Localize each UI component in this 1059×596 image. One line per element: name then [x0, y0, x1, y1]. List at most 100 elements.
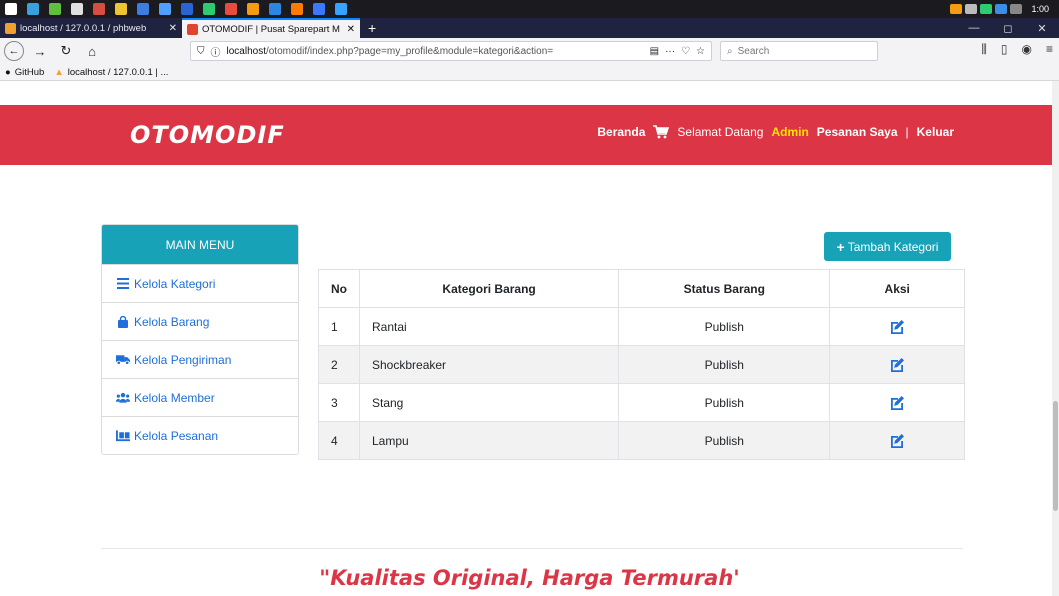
- taskbar-app-icon[interactable]: [44, 0, 66, 18]
- tray-network-icon[interactable]: [995, 4, 1008, 14]
- forward-button[interactable]: →: [30, 41, 50, 61]
- url-path: /otomodif/index.php?page=my_profile&modu…: [265, 45, 554, 57]
- table-row: 4 Lampu Publish: [318, 421, 965, 460]
- nav-keluar-link[interactable]: Keluar: [917, 125, 954, 139]
- tab-close-icon[interactable]: ✕: [347, 24, 355, 35]
- new-tab-button[interactable]: +: [360, 18, 384, 38]
- site-info-icon[interactable]: ⓘ: [211, 44, 221, 59]
- nav-beranda-link[interactable]: Beranda: [597, 125, 645, 139]
- cell-status: Publish: [618, 307, 831, 346]
- nav-pesanan-saya-link[interactable]: Pesanan Saya: [817, 125, 898, 139]
- welcome-text: Selamat Datang: [677, 125, 764, 139]
- shopping-bag-icon: [116, 315, 130, 328]
- os-taskbar: 1:00: [0, 0, 1059, 18]
- taskbar-app-icon[interactable]: [110, 0, 132, 18]
- username[interactable]: Admin: [771, 125, 808, 139]
- table-row: 2 Shockbreaker Publish: [318, 345, 965, 384]
- taskbar-app-icon[interactable]: [176, 0, 198, 18]
- users-icon: [116, 392, 130, 404]
- edit-icon[interactable]: [889, 433, 905, 449]
- back-button[interactable]: ←: [4, 41, 24, 61]
- taskbar-app-icon[interactable]: [330, 0, 352, 18]
- tray-app-icon[interactable]: [965, 4, 978, 14]
- edit-icon[interactable]: [889, 357, 905, 373]
- tambah-kategori-button[interactable]: + Tambah Kategori: [824, 232, 951, 261]
- phpmyadmin-favicon-icon: [5, 22, 16, 34]
- edit-icon[interactable]: [889, 319, 905, 335]
- button-label: Tambah Kategori: [847, 239, 939, 254]
- minimize-button[interactable]: —: [957, 18, 991, 38]
- cell-status: Publish: [618, 421, 831, 460]
- tray-app-icon[interactable]: [980, 4, 993, 14]
- bookmark-star-icon[interactable]: ☆: [696, 46, 705, 57]
- kategori-table: No Kategori Barang Status Barang Aksi 1R…: [318, 269, 965, 460]
- url-text[interactable]: localhost/otomodif/index.php?page=my_pro…: [227, 46, 644, 57]
- close-window-button[interactable]: ✕: [1025, 18, 1059, 38]
- reload-button[interactable]: ↻: [56, 41, 76, 61]
- sidebar-item-kelola-kategori[interactable]: Kelola Kategori: [102, 264, 298, 302]
- sidebar-item-label: Kelola Kategori: [134, 276, 216, 291]
- library-icon[interactable]: ⫼: [981, 42, 987, 57]
- search-bar[interactable]: ⌕ Search: [720, 41, 878, 61]
- site-header: OTOMODIF Beranda Selamat Datang Admin Pe…: [0, 105, 1056, 165]
- taskbar-app-icon[interactable]: [308, 0, 330, 18]
- cell-aksi: [829, 421, 965, 460]
- taskbar-app-icon[interactable]: [132, 0, 154, 18]
- sidebar-item-label: Kelola Barang: [134, 314, 210, 329]
- edit-icon[interactable]: [889, 395, 905, 411]
- taskbar-app-icon[interactable]: [88, 0, 110, 18]
- url-bar[interactable]: ⛉ ⓘ localhost/otomodif/index.php?page=my…: [190, 41, 712, 61]
- col-aksi: Aksi: [829, 269, 965, 308]
- taskbar-app-icon[interactable]: [220, 0, 242, 18]
- account-icon[interactable]: ◉: [1022, 42, 1032, 57]
- cell-kategori: Shockbreaker: [358, 345, 620, 384]
- bookmark-github[interactable]: ● GitHub: [5, 67, 44, 78]
- tray-app-icon[interactable]: [950, 4, 963, 14]
- sidebar-item-kelola-barang[interactable]: Kelola Barang: [102, 302, 298, 340]
- cart-icon[interactable]: [653, 125, 670, 139]
- pocket-icon[interactable]: ♡: [681, 46, 690, 57]
- scrollbar-thumb[interactable]: [1053, 401, 1058, 511]
- sidebar-item-kelola-member[interactable]: Kelola Member: [102, 378, 298, 416]
- footer-divider: [101, 548, 963, 549]
- system-tray: 1:00: [950, 0, 1059, 18]
- taskbar-clock[interactable]: 1:00: [1025, 4, 1055, 14]
- taskbar-app-icon[interactable]: [154, 0, 176, 18]
- cell-aksi: [829, 307, 965, 346]
- sidebar-item-kelola-pesanan[interactable]: Kelola Pesanan: [102, 416, 298, 454]
- bookmark-label: localhost / 127.0.0.1 | ...: [67, 66, 169, 78]
- taskbar-app-icon[interactable]: [66, 0, 88, 18]
- reader-view-icon[interactable]: ▤: [650, 46, 659, 57]
- taskbar-app-icon[interactable]: [198, 0, 220, 18]
- otomodif-favicon-icon: [187, 23, 198, 35]
- tab-otomodif[interactable]: OTOMODIF | Pusat Sparepart M ✕: [182, 18, 360, 38]
- tray-volume-icon[interactable]: [1010, 4, 1023, 14]
- home-button[interactable]: ⌂: [82, 41, 102, 61]
- nav-separator: |: [905, 125, 909, 139]
- taskbar-app-icon[interactable]: [264, 0, 286, 18]
- github-icon: ●: [5, 66, 11, 78]
- taskbar-app-icon[interactable]: [22, 0, 44, 18]
- taskbar-app-icon[interactable]: [242, 0, 264, 18]
- cell-kategori: Stang: [358, 383, 620, 422]
- sidebar-item-kelola-pengiriman[interactable]: Kelola Pengiriman: [102, 340, 298, 378]
- tab-label: OTOMODIF | Pusat Sparepart M: [202, 23, 340, 35]
- top-nav: Beranda Selamat Datang Admin Pesanan Say…: [597, 125, 954, 139]
- cell-aksi: [829, 345, 965, 384]
- sidebar-toggle-icon[interactable]: ▯: [1001, 42, 1008, 57]
- page-scrollbar[interactable]: [1052, 81, 1059, 596]
- page-actions-icon[interactable]: ···: [665, 46, 675, 57]
- sidebar-item-label: Kelola Member: [134, 390, 215, 405]
- tab-close-icon[interactable]: ✕: [169, 23, 177, 34]
- bookmark-localhost[interactable]: ▲ localhost / 127.0.0.1 | ...: [54, 67, 168, 78]
- taskbar-app-icon[interactable]: [0, 0, 22, 18]
- cell-aksi: [829, 383, 965, 422]
- brand-logo[interactable]: OTOMODIF: [130, 121, 285, 149]
- cell-no: 4: [318, 421, 360, 460]
- tab-phpmyadmin[interactable]: localhost / 127.0.0.1 / phbweb ✕: [0, 18, 182, 38]
- menu-icon[interactable]: ≡: [1046, 42, 1053, 57]
- tracking-shield-icon[interactable]: ⛉: [197, 46, 205, 57]
- table-row: 3 Stang Publish: [318, 383, 965, 422]
- taskbar-app-icon[interactable]: [286, 0, 308, 18]
- maximize-button[interactable]: ◻: [991, 18, 1025, 38]
